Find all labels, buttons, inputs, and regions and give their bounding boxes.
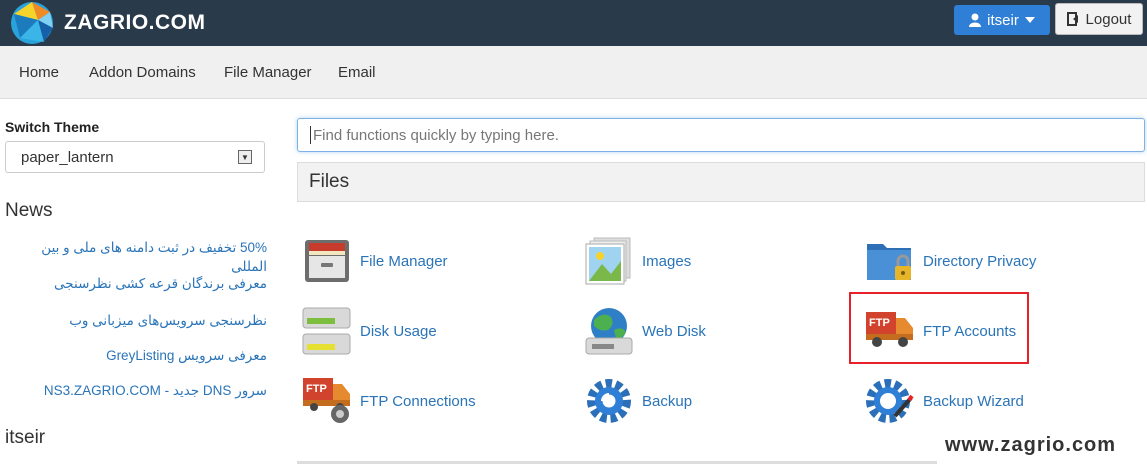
brand-name: ZAGRIO.COM [64,11,206,34]
news-item[interactable]: معرفی سرویس GreyListing [12,346,267,365]
directory-privacy-label: Directory Privacy [923,252,1037,270]
nav-item-file-manager[interactable]: File Manager [224,64,312,81]
ftp-connections-link[interactable]: FTP FTP Connections [302,376,476,426]
svg-text:FTP: FTP [306,383,327,395]
images-label: Images [642,252,692,270]
backup-wizard-icon [866,379,914,423]
backup-link[interactable]: Backup [584,376,692,426]
logout-button[interactable]: Logout [1055,3,1143,35]
watermark: www.zagrio.com [945,434,1117,456]
user-menu-button[interactable]: itseir [954,5,1050,35]
user-menu-label: itseir [987,11,1019,29]
ftp-connections-icon: FTP [303,378,350,423]
backup-icon [587,379,631,423]
backup-wizard-link[interactable]: Backup Wizard [865,376,1024,426]
file-manager-label: File Manager [360,252,448,270]
text-caret [310,126,311,144]
sidebar-username: itseir [5,427,46,448]
web-disk-label: Web Disk [642,322,706,340]
nav-bar: Home Addon Domains File Manager Email [0,46,1147,99]
user-icon [969,13,982,27]
nav-item-home[interactable]: Home [19,64,59,81]
search-placeholder: Find functions quickly by typing here. [313,126,559,144]
news-item[interactable]: سرور DNS جدید - NS3.ZAGRIO.COM [12,381,267,400]
directory-privacy-link[interactable]: Directory Privacy [865,236,1036,286]
ftp-connections-label: FTP Connections [360,392,476,410]
file-manager-icon [305,240,349,282]
disk-usage-link[interactable]: Disk Usage [302,306,437,356]
nav-item-addon-domains[interactable]: Addon Domains [89,64,196,81]
images-icon [585,237,631,285]
nav-item-email[interactable]: Email [338,64,376,81]
search-input[interactable]: Find functions quickly by typing here. [297,118,1145,152]
top-bar: ZAGRIO.COM itseir Logout [0,0,1147,46]
directory-privacy-icon [867,244,911,280]
files-panel-heading[interactable]: Files [297,162,1145,202]
web-disk-icon [585,308,633,355]
news-heading: News [5,200,53,221]
switch-theme-label: Switch Theme [5,119,100,135]
files-panel-title: Files [309,171,350,192]
news-item[interactable]: معرفی برندگان قرعه کشی نظرسنجی [12,274,267,293]
theme-select[interactable]: paper_lantern ▼ [5,141,265,173]
brand-logo[interactable]: ZAGRIO.COM [8,0,206,46]
zagrio-logo-icon [11,2,53,44]
dropdown-arrow-icon: ▼ [238,150,252,164]
caret-down-icon [1024,17,1035,23]
web-disk-link[interactable]: Web Disk [584,306,706,356]
news-item[interactable]: 50% تخفیف در ثبت دامنه های ملی و بین الم… [12,238,267,276]
logout-icon [1066,12,1078,26]
disk-usage-icon [302,307,351,355]
ftp-accounts-highlight [849,292,1029,364]
file-manager-link[interactable]: File Manager [302,236,448,286]
disk-usage-label: Disk Usage [360,322,437,340]
images-link[interactable]: Images [584,236,691,286]
theme-select-value: paper_lantern [21,148,114,166]
logout-label: Logout [1085,10,1132,28]
backup-wizard-label: Backup Wizard [923,392,1024,410]
news-item[interactable]: نظرسنجی سرویس‌های میزبانی وب [12,311,267,330]
backup-label: Backup [642,392,693,410]
